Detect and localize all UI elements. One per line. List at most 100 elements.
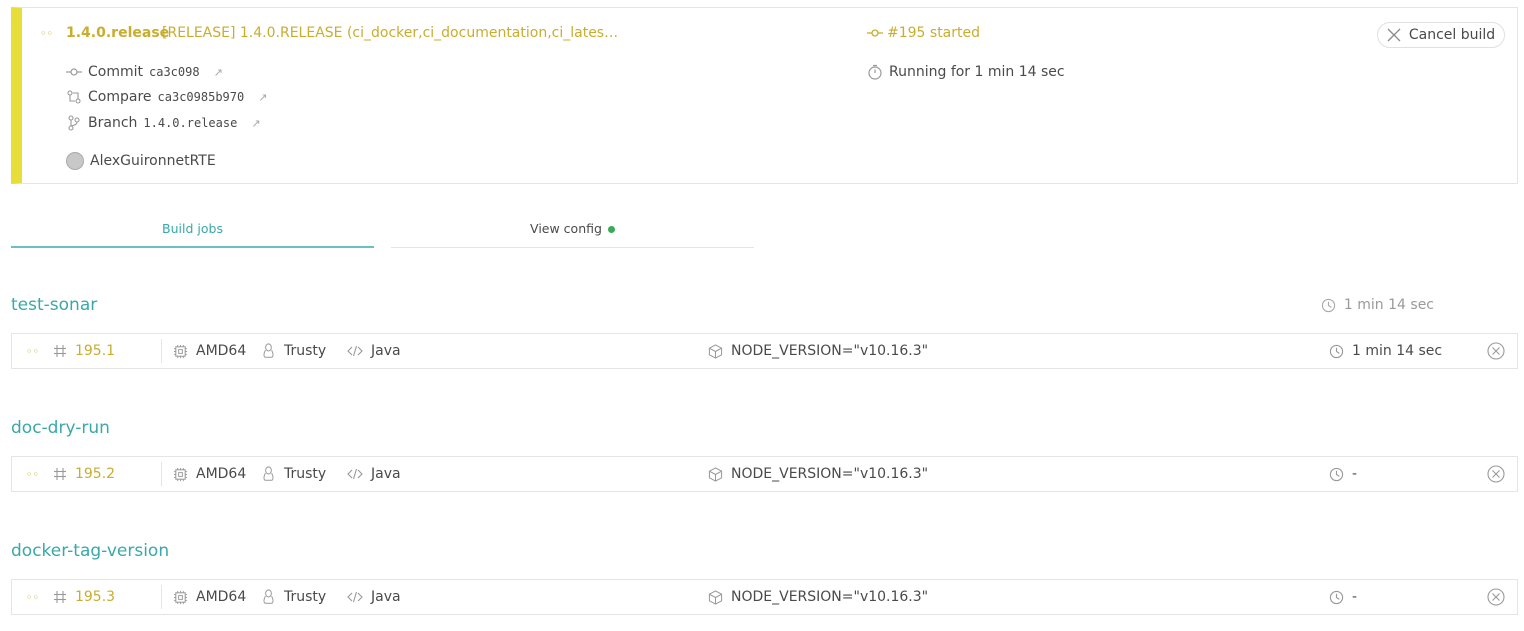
tab-view-config-label: View config — [530, 221, 602, 236]
running-time-text: Running for 1 min 14 sec — [889, 64, 1065, 80]
build-status[interactable]: #195 started — [867, 25, 980, 41]
divider — [161, 585, 162, 609]
stopwatch-icon — [868, 64, 882, 80]
cpu-icon — [173, 467, 188, 481]
job-arch: AMD64 — [173, 334, 246, 368]
branch-row: Branch 1.4.0.release ↗ — [66, 115, 261, 131]
job-language: Java — [347, 457, 401, 491]
job-duration-text: 1 min 14 sec — [1352, 343, 1443, 359]
job-env-text: NODE_VERSION="v10.16.3" — [731, 343, 929, 359]
job-row[interactable]: ◦◦ 195.3 AMD64 Trusty Java NODE_VERSION=… — [11, 579, 1518, 615]
job-arch-text: AMD64 — [196, 466, 247, 482]
stage-title: docker-tag-version — [11, 541, 170, 561]
job-row[interactable]: ◦◦ 195.2 AMD64 Trusty Java NODE_VERSION=… — [11, 456, 1518, 492]
job-cancel-button[interactable] — [1487, 580, 1505, 614]
job-os: Trusty — [261, 580, 326, 614]
code-icon — [347, 345, 363, 357]
tab-build-jobs[interactable]: Build jobs — [11, 214, 374, 248]
commit-label: Commit — [88, 64, 143, 80]
commit-message-link[interactable]: [RELEASE] 1.4.0.RELEASE (ci_docker,ci_do… — [162, 25, 618, 41]
started-dots-icon: ◦◦ — [40, 27, 53, 40]
clock-icon — [1321, 298, 1336, 312]
job-number-link[interactable]: 195.2 — [75, 466, 115, 482]
close-icon — [1387, 28, 1401, 42]
job-language-text: Java — [371, 343, 401, 359]
job-arch: AMD64 — [173, 457, 246, 491]
job-env: NODE_VERSION="v10.16.3" — [708, 334, 928, 368]
job-number-link[interactable]: 195.3 — [75, 589, 115, 605]
dots-icon: ◦◦ — [26, 467, 39, 481]
divider — [161, 462, 162, 486]
job-row[interactable]: ◦◦ 195.1 AMD64 Trusty Java NODE_VERSION=… — [11, 333, 1518, 369]
tab-view-config[interactable]: View config — [391, 214, 754, 248]
circle-close-icon — [1487, 342, 1505, 360]
commit-row: Commit ca3c098 ↗ — [66, 64, 223, 80]
job-state: ◦◦ 195.1 — [26, 334, 115, 368]
compare-range-link[interactable]: ca3c0985b970 — [158, 90, 245, 104]
job-state: ◦◦ 195.2 — [26, 457, 115, 491]
linux-icon — [263, 343, 274, 358]
dots-icon: ◦◦ — [26, 344, 39, 358]
job-language: Java — [347, 580, 401, 614]
job-os: Trusty — [261, 334, 326, 368]
job-os: Trusty — [261, 457, 326, 491]
code-icon — [347, 591, 363, 603]
avatar — [66, 152, 84, 170]
cancel-build-label: Cancel build — [1408, 27, 1496, 43]
job-duration-text: - — [1352, 589, 1358, 605]
job-cancel-button[interactable] — [1487, 457, 1505, 491]
external-link-icon[interactable]: ↗ — [251, 117, 260, 130]
job-os-text: Trusty — [284, 466, 327, 482]
job-arch: AMD64 — [173, 580, 246, 614]
stage-title: test-sonar — [11, 295, 98, 315]
commit-sha-link[interactable]: ca3c098 — [149, 65, 200, 79]
commit-icon — [66, 68, 82, 76]
package-icon — [708, 343, 723, 359]
compare-icon — [67, 90, 81, 104]
hash-icon — [53, 345, 66, 357]
package-icon — [708, 589, 723, 605]
cancel-build-button[interactable]: Cancel build — [1377, 22, 1505, 48]
branch-icon — [68, 115, 80, 131]
job-number-link[interactable]: 195.1 — [75, 343, 115, 359]
build-summary-card: ◦◦ 1.4.0.release [RELEASE] 1.4.0.RELEASE… — [11, 7, 1518, 184]
compare-row: Compare ca3c0985b970 ↗ — [66, 89, 267, 105]
job-language-text: Java — [371, 589, 401, 605]
stage-duration: 1 min 14 sec — [1321, 297, 1434, 313]
job-language: Java — [347, 334, 401, 368]
dots-icon: ◦◦ — [26, 590, 39, 604]
job-state: ◦◦ 195.3 — [26, 580, 115, 614]
branch-ref-link[interactable]: 1.4.0.release — [143, 116, 237, 130]
author-row: AlexGuironnetRTE — [66, 152, 216, 170]
job-duration: 1 min 14 sec — [1329, 334, 1442, 368]
job-duration-text: - — [1352, 466, 1358, 482]
code-icon — [347, 468, 363, 480]
linux-icon — [263, 589, 274, 604]
compare-label: Compare — [88, 89, 152, 105]
job-arch-text: AMD64 — [196, 343, 247, 359]
branch-label: Branch — [88, 115, 138, 131]
clock-icon — [1329, 590, 1344, 604]
job-language-text: Java — [371, 466, 401, 482]
linux-icon — [263, 466, 274, 481]
author-name: AlexGuironnetRTE — [90, 153, 216, 169]
package-icon — [708, 466, 723, 482]
circle-close-icon — [1487, 588, 1505, 606]
job-cancel-button[interactable] — [1487, 334, 1505, 368]
stage-title: doc-dry-run — [11, 418, 110, 438]
hash-icon — [53, 468, 66, 480]
job-os-text: Trusty — [284, 589, 327, 605]
commit-icon — [867, 29, 883, 37]
config-status-dot — [607, 226, 615, 233]
job-env: NODE_VERSION="v10.16.3" — [708, 457, 928, 491]
job-env: NODE_VERSION="v10.16.3" — [708, 580, 928, 614]
build-status-text: #195 started — [887, 25, 981, 41]
job-duration: - — [1329, 457, 1357, 491]
clock-icon — [1329, 467, 1344, 481]
cpu-icon — [173, 590, 188, 604]
external-link-icon[interactable]: ↗ — [258, 91, 267, 104]
job-env-text: NODE_VERSION="v10.16.3" — [731, 466, 929, 482]
external-link-icon[interactable]: ↗ — [214, 66, 223, 79]
tab-build-jobs-label: Build jobs — [162, 221, 223, 236]
branch-name-link[interactable]: 1.4.0.release — [66, 25, 169, 41]
